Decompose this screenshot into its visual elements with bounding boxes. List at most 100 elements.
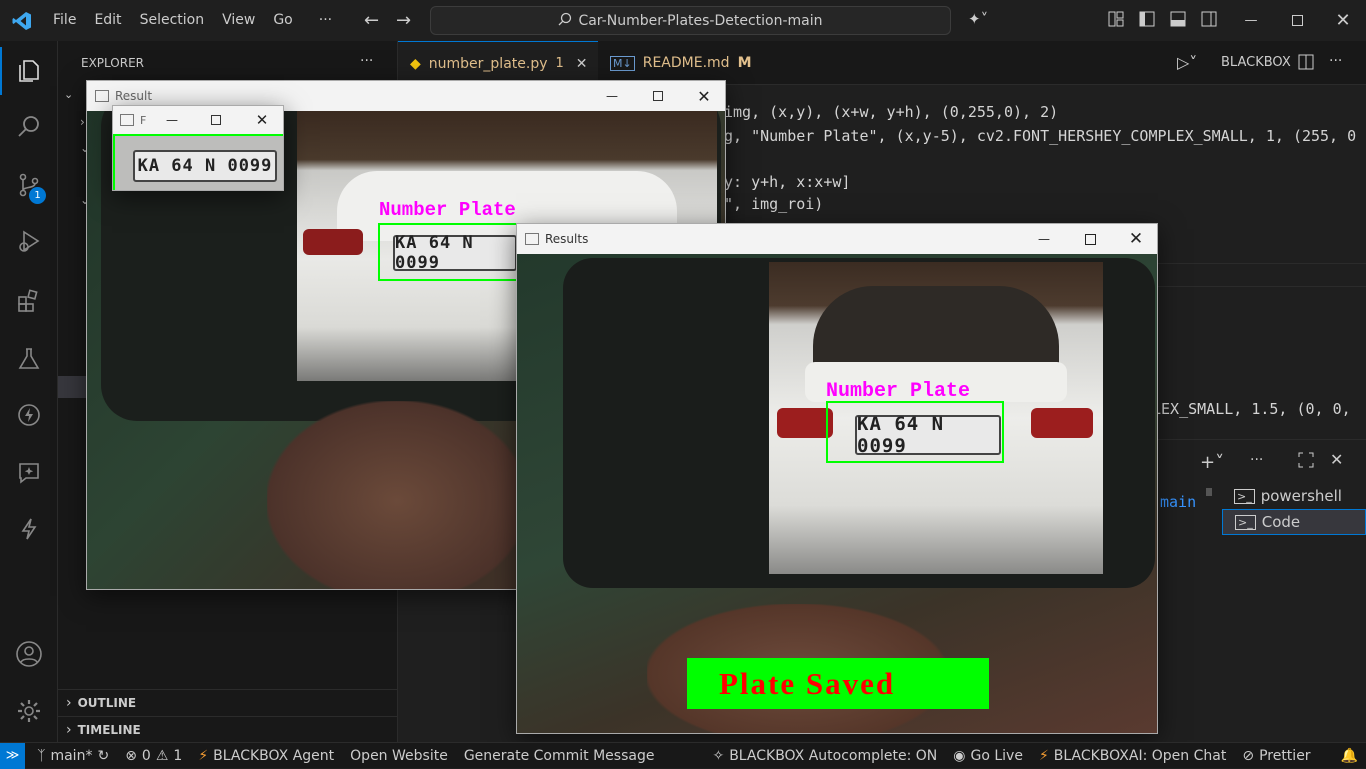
run-icon[interactable]: ▷˅	[1177, 53, 1197, 72]
ai-chat-icon[interactable]	[0, 449, 58, 497]
close-icon[interactable]: ✕	[576, 56, 588, 72]
generate-commit-item[interactable]: Generate Commit Message	[456, 748, 663, 764]
roi-image: KA 64 N 0099	[113, 134, 283, 190]
search-icon[interactable]	[0, 103, 58, 151]
tab-number-plate-py[interactable]: ◆ number_plate.py 1 ✕	[398, 41, 598, 85]
minimize-icon[interactable]: —	[1021, 224, 1067, 254]
results-window[interactable]: Results — ✕ KA 64 N 0099 Number Plate Pl…	[516, 223, 1158, 734]
maximize-icon[interactable]	[1067, 224, 1113, 254]
copilot-icon[interactable]: ✦˅	[968, 10, 988, 28]
tab-label: number_plate.py	[428, 55, 548, 72]
toggle-panel-icon[interactable]	[1170, 11, 1186, 31]
timeline-section[interactable]: › TIMELINE	[58, 716, 398, 742]
outline-label: OUTLINE	[77, 695, 137, 710]
command-center-search[interactable]: Car-Number-Plates-Detection-main	[430, 6, 951, 35]
panel-more-icon[interactable]: ···	[1250, 452, 1263, 468]
editor-more-icon[interactable]: ···	[1329, 53, 1342, 69]
layout-custom-icon[interactable]	[1108, 11, 1124, 31]
forward-arrow-icon[interactable]: →	[396, 10, 411, 31]
code-line[interactable]: ", img_roi)	[724, 195, 823, 213]
window-app-icon	[525, 233, 539, 245]
run-debug-icon[interactable]	[0, 217, 58, 265]
blackboxai-chat-item[interactable]: ⚡ BLACKBOXAI: Open Chat	[1031, 748, 1234, 764]
markdown-icon: M↓	[610, 55, 635, 71]
results-window-titlebar[interactable]: Results — ✕	[517, 224, 1157, 254]
toggle-sidebar-icon[interactable]	[1139, 11, 1155, 31]
source-control-icon[interactable]: 1	[0, 161, 58, 209]
blackbox-agent-item[interactable]: ⚡ BLACKBOX Agent	[190, 748, 342, 764]
extensions-icon[interactable]	[0, 277, 58, 325]
terminal-icon: >_	[1235, 514, 1256, 530]
window-app-icon	[95, 90, 109, 102]
license-plate: KA 64 N 0099	[855, 413, 1001, 457]
status-item-label: BLACKBOX Autocomplete: ON	[729, 747, 938, 764]
roi-window[interactable]: F — ✕ KA 64 N 0099	[112, 105, 284, 191]
status-item-label: Generate Commit Message	[463, 747, 655, 764]
lightning-icon[interactable]	[0, 391, 58, 439]
panel: +˅ ··· ✕ main >_ powershell >_ Code	[1158, 439, 1366, 742]
terminal-scrollbar[interactable]	[1206, 488, 1212, 496]
notifications-bell-icon[interactable]: 🔔	[1333, 748, 1366, 764]
terminal-list-item[interactable]: >_ powershell	[1222, 483, 1366, 509]
remote-indicator[interactable]: ≫	[0, 742, 26, 769]
code-line[interactable]: img, (x,y), (x+w, y+h), (0,255,0), 2)	[724, 103, 1058, 121]
explorer-icon[interactable]	[0, 47, 58, 95]
tab-readme-md[interactable]: M↓ README.md M	[598, 41, 758, 85]
chevron-down-icon[interactable]: ⌄	[64, 88, 73, 101]
split-editor-icon[interactable]	[1298, 54, 1314, 74]
selected-file-row[interactable]	[58, 376, 88, 398]
minimize-icon[interactable]: —	[589, 81, 635, 111]
window-title: Results	[545, 232, 589, 246]
new-terminal-icon[interactable]: +˅	[1200, 452, 1224, 473]
menu-view[interactable]: View	[213, 0, 264, 41]
roi-window-titlebar[interactable]: F — ✕	[113, 106, 283, 134]
activity-bar: 1	[0, 41, 58, 742]
window-title: F	[140, 113, 147, 127]
menu-go[interactable]: Go	[264, 0, 301, 41]
minimize-icon[interactable]: —	[1228, 0, 1274, 41]
code-line[interactable]: g, "Number Plate", (x,y-5), cv2.FONT_HER…	[724, 127, 1356, 145]
close-icon[interactable]: ✕	[1113, 224, 1157, 254]
settings-gear-icon[interactable]	[0, 687, 58, 735]
chevron-right-icon[interactable]: ›	[80, 115, 85, 129]
prettier-check-icon: ⊘	[1242, 747, 1255, 764]
accounts-icon[interactable]	[0, 630, 58, 678]
timeline-label: TIMELINE	[77, 722, 141, 737]
back-arrow-icon[interactable]: ←	[364, 10, 379, 31]
minimize-icon[interactable]: —	[149, 106, 195, 134]
close-icon[interactable]: ✕	[239, 106, 283, 134]
terminal-list-item[interactable]: >_ Code	[1222, 509, 1366, 535]
terminal-icon: >_	[1234, 488, 1255, 504]
maximize-icon[interactable]	[1274, 0, 1320, 41]
menu-more[interactable]: ···	[310, 0, 341, 41]
go-live-item[interactable]: ◉ Go Live	[945, 748, 1031, 764]
outline-section[interactable]: › OUTLINE	[58, 689, 398, 715]
vscode-logo-icon	[0, 0, 44, 41]
status-item-label: BLACKBOXAI: Open Chat	[1053, 747, 1227, 764]
blackbox-label[interactable]: BLACKBOX	[1221, 55, 1291, 70]
problems-indicator[interactable]: ⊗ 0 ⚠ 1	[117, 748, 190, 764]
menu-edit[interactable]: Edit	[85, 0, 130, 41]
prettier-item[interactable]: ⊘ Prettier	[1234, 748, 1318, 764]
toggle-secondary-sidebar-icon[interactable]	[1201, 11, 1217, 31]
code-line[interactable]: LEX_SMALL, 1.5, (0, 0,	[1152, 400, 1351, 418]
explorer-more-icon[interactable]: ···	[360, 53, 373, 69]
blackbox-autocomplete-item[interactable]: ✧ BLACKBOX Autocomplete: ON	[704, 748, 945, 764]
close-icon[interactable]: ✕	[681, 81, 725, 111]
window-app-icon	[120, 114, 134, 126]
blackbox-icon[interactable]	[0, 505, 58, 553]
python-icon: ◆	[410, 55, 421, 72]
close-icon[interactable]: ✕	[1320, 0, 1366, 41]
search-icon	[558, 12, 572, 30]
testing-icon[interactable]	[0, 335, 58, 383]
open-website-item[interactable]: Open Website	[342, 748, 456, 764]
terminal-label: powershell	[1260, 487, 1342, 505]
close-panel-icon[interactable]: ✕	[1330, 450, 1343, 469]
maximize-icon[interactable]	[635, 81, 681, 111]
branch-indicator[interactable]: ᛉ main* ↻	[29, 748, 117, 764]
code-line[interactable]: y: y+h, x:x+w]	[724, 173, 850, 191]
menu-selection[interactable]: Selection	[131, 0, 214, 41]
menu-file[interactable]: File	[44, 0, 85, 41]
maximize-panel-icon[interactable]	[1298, 452, 1314, 472]
maximize-icon[interactable]	[193, 106, 239, 134]
